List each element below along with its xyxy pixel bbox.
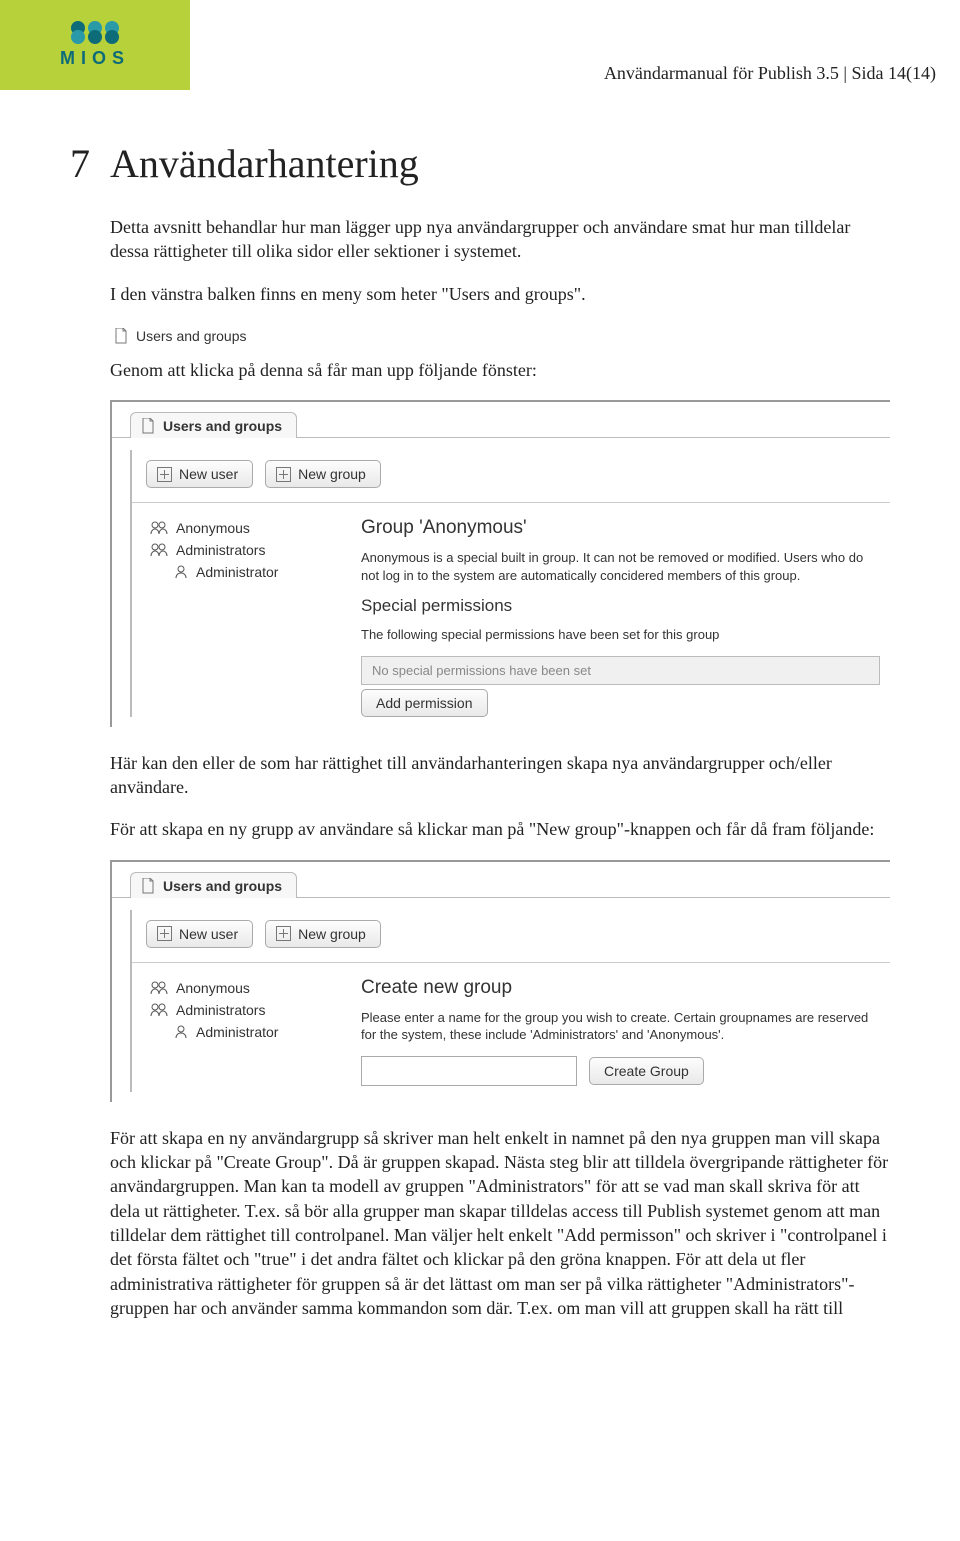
user-tree: Anonymous Administrators A: [150, 977, 335, 1086]
tree-user-administrator[interactable]: Administrator: [150, 1021, 335, 1043]
plus-icon: [276, 926, 291, 941]
special-permissions-desc: The following special permissions have b…: [361, 626, 880, 644]
file-icon: [141, 418, 155, 434]
permissions-empty-box: No special permissions have been set: [361, 656, 880, 685]
new-user-label: New user: [179, 466, 238, 482]
user-icon: [174, 1025, 188, 1039]
users-groups-window-create: Users and groups New user New group: [110, 860, 890, 1102]
tree-label: Anonymous: [176, 520, 250, 536]
file-icon: [114, 328, 128, 344]
new-group-label: New group: [298, 466, 366, 482]
group-icon: [150, 1003, 168, 1017]
window-tab[interactable]: Users and groups: [130, 872, 297, 898]
window-tab-label: Users and groups: [163, 878, 282, 894]
new-group-button[interactable]: New group: [265, 460, 381, 488]
tree-label: Administrator: [196, 564, 278, 580]
new-group-name-input[interactable]: [361, 1056, 577, 1086]
new-group-button[interactable]: New group: [265, 920, 381, 948]
file-icon: [141, 878, 155, 894]
logo-dot: [105, 30, 119, 44]
users-groups-menu-label: Users and groups: [136, 328, 247, 344]
pane-description: Anonymous is a special built in group. I…: [361, 549, 880, 584]
body-paragraph: Detta avsnitt behandlar hur man lägger u…: [110, 215, 890, 264]
window-tab-label: Users and groups: [163, 418, 282, 434]
users-groups-menu-item[interactable]: Users and groups: [114, 328, 247, 344]
create-group-label: Create Group: [604, 1063, 689, 1079]
user-icon: [174, 565, 188, 579]
plus-icon: [157, 467, 172, 482]
tree-group-administrators[interactable]: Administrators: [150, 999, 335, 1021]
pane-heading: Create new group: [361, 977, 880, 999]
window-tab[interactable]: Users and groups: [130, 412, 297, 438]
section-title: Användarhantering: [110, 140, 419, 187]
user-tree: Anonymous Administrators A: [150, 517, 335, 711]
group-icon: [150, 521, 168, 535]
tree-group-administrators[interactable]: Administrators: [150, 539, 335, 561]
page-header-title: Användarmanual för Publish 3.5 | Sida 14…: [604, 63, 940, 90]
create-group-button[interactable]: Create Group: [589, 1057, 704, 1085]
logo-dot: [88, 30, 102, 44]
body-paragraph: I den vänstra balken finns en meny som h…: [110, 282, 890, 306]
tree-user-administrator[interactable]: Administrator: [150, 561, 335, 583]
new-user-label: New user: [179, 926, 238, 942]
body-paragraph: För att skapa en ny användargrupp så skr…: [110, 1126, 890, 1320]
logo-dot: [71, 30, 85, 44]
add-permission-label: Add permission: [376, 695, 473, 711]
tree-label: Administrators: [176, 542, 265, 558]
group-icon: [150, 543, 168, 557]
new-user-button[interactable]: New user: [146, 920, 253, 948]
body-paragraph: För att skapa en ny grupp av användare s…: [110, 817, 890, 841]
plus-icon: [276, 467, 291, 482]
group-icon: [150, 981, 168, 995]
brand-text: MIOS: [60, 48, 130, 69]
tree-label: Anonymous: [176, 980, 250, 996]
plus-icon: [157, 926, 172, 941]
tree-group-anonymous[interactable]: Anonymous: [150, 977, 335, 999]
new-group-label: New group: [298, 926, 366, 942]
body-paragraph: Här kan den eller de som har rättighet t…: [110, 751, 890, 800]
brand-logo: MIOS: [0, 0, 190, 90]
section-number: 7: [55, 140, 90, 187]
add-permission-button[interactable]: Add permission: [361, 689, 488, 717]
new-user-button[interactable]: New user: [146, 460, 253, 488]
tree-label: Administrators: [176, 1002, 265, 1018]
pane-description: Please enter a name for the group you wi…: [361, 1009, 880, 1044]
special-permissions-heading: Special permissions: [361, 596, 880, 616]
pane-heading: Group 'Anonymous': [361, 517, 880, 539]
tree-group-anonymous[interactable]: Anonymous: [150, 517, 335, 539]
tree-label: Administrator: [196, 1024, 278, 1040]
body-paragraph: Genom att klicka på denna så får man upp…: [110, 358, 890, 382]
users-groups-window: Users and groups New user New group: [110, 400, 890, 727]
